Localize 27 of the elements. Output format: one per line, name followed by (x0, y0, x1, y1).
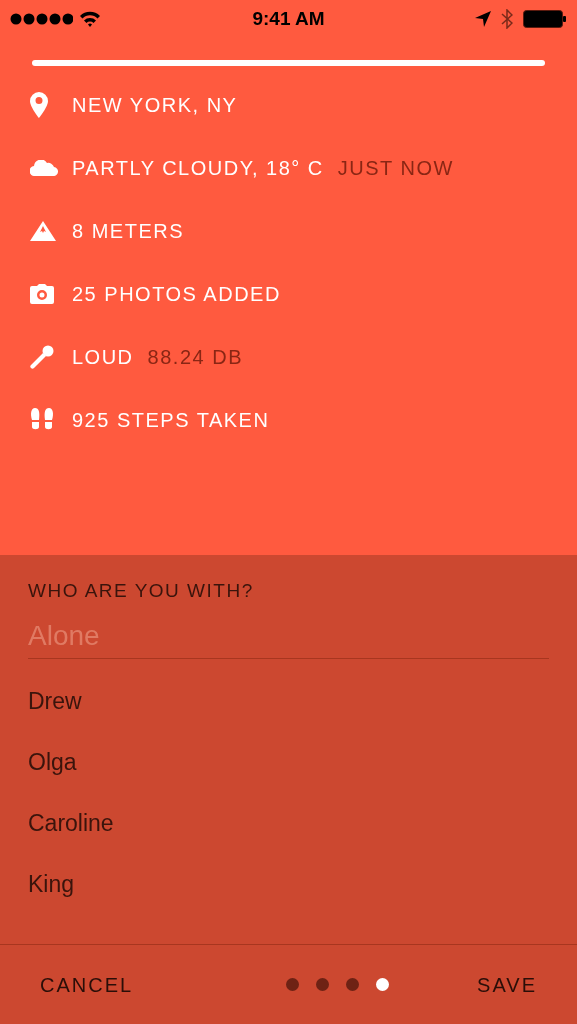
footprints-icon (30, 408, 54, 432)
camera-icon (30, 284, 54, 304)
detail-text: PARTLY CLOUDY, 18° C (72, 156, 324, 181)
detail-note: 88.24 DB (147, 345, 243, 370)
cloud-icon (30, 160, 58, 176)
detail-text: 925 STEPS TAKEN (72, 408, 270, 433)
cancel-button[interactable]: CANCEL (40, 969, 134, 1000)
detail-text: 25 PHOTOS ADDED (72, 282, 281, 307)
person-item[interactable]: Caroline (28, 793, 549, 854)
person-item[interactable]: King (28, 854, 549, 915)
person-item[interactable]: Olga (28, 732, 549, 793)
save-button[interactable]: SAVE (477, 969, 537, 1000)
bluetooth-icon (501, 9, 513, 29)
wifi-icon (79, 11, 101, 27)
detail-text: NEW YORK, NY (72, 93, 238, 118)
signal-icon (10, 13, 73, 25)
mountain-icon (30, 221, 56, 241)
detail-note: JUST NOW (337, 156, 454, 181)
map-pin-icon (30, 92, 48, 118)
location-arrow-icon (475, 11, 491, 27)
battery-icon (523, 10, 567, 28)
person-item[interactable]: Drew (28, 671, 549, 732)
microphone-icon (30, 345, 54, 369)
status-time: 9:41 AM (252, 6, 325, 31)
section-heading: WHO ARE YOU WITH? (28, 579, 255, 603)
detail-text: 8 METERS (72, 219, 185, 244)
detail-text: LOUD (72, 345, 134, 370)
